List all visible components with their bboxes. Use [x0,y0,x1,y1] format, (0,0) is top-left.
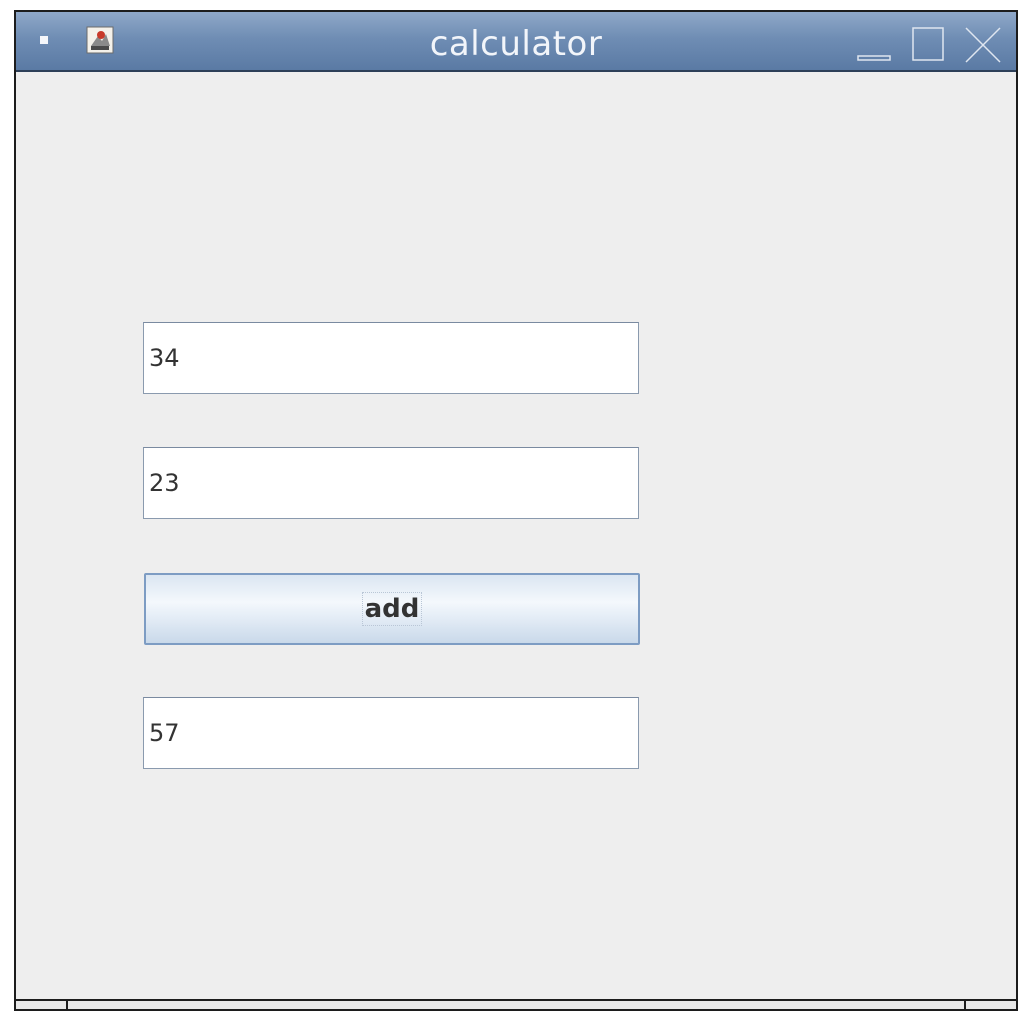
maximize-button[interactable] [910,24,950,64]
minimize-button[interactable] [856,24,896,64]
maximize-icon [912,27,944,61]
close-icon [965,27,1001,63]
calculator-window: calculator add [14,10,1018,1011]
first-number-field[interactable] [143,322,639,394]
close-button[interactable] [962,24,1002,64]
resize-handle-right[interactable] [964,999,966,1009]
add-button[interactable]: add [144,573,640,645]
title-bar[interactable]: calculator [16,12,1016,72]
resize-handle-left[interactable] [66,999,68,1009]
add-button-label: add [361,592,423,626]
content-panel: add [16,72,1016,999]
second-number-field[interactable] [143,447,639,519]
result-field[interactable] [143,697,639,769]
minimize-icon [857,55,891,61]
window-bottom-border[interactable] [16,999,1016,1009]
